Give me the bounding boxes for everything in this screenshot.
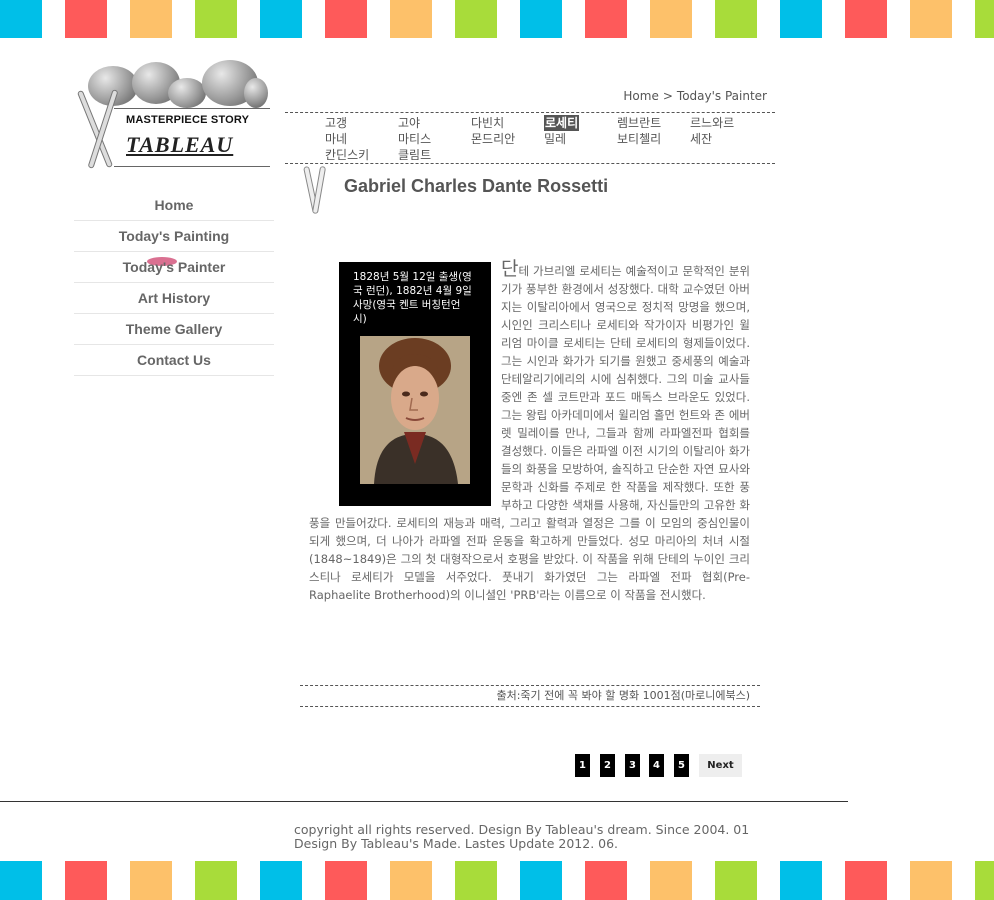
stripe-block — [325, 0, 367, 38]
breadcrumb-home-link[interactable]: Home — [623, 89, 658, 103]
painter-link[interactable]: 마티스 — [398, 131, 431, 147]
breadcrumb-separator: > — [662, 89, 673, 103]
portrait-image — [360, 336, 470, 484]
breadcrumb: Home > Today's Painter — [621, 89, 769, 103]
page-button-1[interactable]: 1 — [575, 754, 590, 777]
painter-link[interactable]: 클림트 — [398, 147, 431, 163]
stripe-block — [130, 0, 172, 38]
page-button-4[interactable]: 4 — [649, 754, 664, 777]
page-button-3[interactable]: 3 — [625, 754, 640, 777]
figure-caption: 1828년 5월 12일 출생(영국 런던), 1882년 4월 9일 사망(영… — [353, 271, 472, 325]
painter-link[interactable]: 르느와르 — [690, 115, 734, 131]
nav-label: Home — [154, 197, 194, 213]
stripe-block — [390, 861, 432, 900]
painter-link[interactable]: 렘브란트 — [617, 115, 661, 131]
breadcrumb-current: Today's Painter — [676, 89, 767, 103]
nav-label: Contact Us — [137, 352, 211, 368]
stripe-block — [650, 0, 692, 38]
drop-cap: 단 — [501, 258, 519, 280]
nav-item-art-history[interactable]: Art History — [74, 283, 274, 314]
painter-link[interactable]: 세잔 — [690, 131, 712, 147]
painter-link[interactable]: 보티첼리 — [617, 131, 661, 147]
left-navigation: Home Today's Painting Today's Painter Ar… — [74, 190, 274, 376]
logo-tableau-text: TABLEAU — [126, 132, 234, 157]
next-page-button[interactable]: Next — [699, 754, 742, 777]
painter-link[interactable]: 고갱 — [325, 115, 347, 131]
article-body: 1828년 5월 12일 출생(영국 런던), 1882년 4월 9일 사망(영… — [309, 260, 750, 604]
stripe-block — [845, 861, 887, 900]
logo-masterpiece-text: MASTERPIECE STORY — [126, 114, 250, 126]
painter-link[interactable]: 고야 — [398, 115, 420, 131]
page-button-2[interactable]: 2 — [600, 754, 615, 777]
stripe-block — [520, 861, 562, 900]
stripe-block — [975, 0, 994, 38]
stripe-block — [260, 0, 302, 38]
footer: copyright all rights reserved. Design By… — [294, 823, 749, 851]
nav-item-home[interactable]: Home — [74, 190, 274, 221]
stripe-block — [780, 0, 822, 38]
stripe-block — [65, 861, 107, 900]
stripe-block — [520, 0, 562, 38]
stripe-block — [845, 0, 887, 38]
footer-divider — [0, 801, 848, 802]
stripe-block — [0, 861, 42, 900]
painter-link[interactable]: 다빈치 — [471, 115, 504, 131]
nav-item-contact-us[interactable]: Contact Us — [74, 345, 274, 376]
stripe-block — [715, 861, 757, 900]
stripe-block — [910, 861, 952, 900]
footer-update: Design By Tableau's Made. Lastes Update … — [294, 836, 619, 851]
tableau-logo[interactable]: MASTERPIECE STORY TABLEAU — [74, 58, 274, 176]
nav-label: Art History — [137, 290, 211, 306]
stripe-block — [260, 861, 302, 900]
stripe-block — [585, 0, 627, 38]
stripe-block — [325, 861, 367, 900]
top-color-stripe — [0, 0, 994, 38]
stripe-block — [715, 0, 757, 38]
source-text: 출처:죽기 전에 꼭 봐야 할 명화 1001점(마로니에북스) — [496, 689, 750, 702]
painter-link-selected[interactable]: 로세티 — [544, 115, 580, 131]
page-title: Gabriel Charles Dante Rossetti — [344, 176, 609, 196]
stripe-block — [195, 0, 237, 38]
stripe-block — [130, 861, 172, 900]
nav-label: Theme Gallery — [125, 321, 223, 337]
nav-item-theme-gallery[interactable]: Theme Gallery — [74, 314, 274, 345]
stripe-block — [455, 861, 497, 900]
nav-label: Today's Painter — [122, 259, 226, 275]
stripe-block — [65, 0, 107, 38]
nav-item-todays-painter[interactable]: Today's Painter — [74, 252, 274, 283]
painter-link[interactable]: 몬드리안 — [471, 131, 515, 147]
stripe-block — [650, 861, 692, 900]
nav-item-todays-painting[interactable]: Today's Painting — [74, 221, 274, 252]
footer-copyright: copyright all rights reserved. Design By… — [294, 822, 750, 837]
painter-link[interactable]: 칸딘스키 — [325, 147, 369, 163]
brush-sticks-icon — [303, 165, 327, 215]
painter-link[interactable]: 마네 — [325, 131, 347, 147]
stripe-block — [195, 861, 237, 900]
stripe-block — [455, 0, 497, 38]
stripe-block — [0, 0, 42, 38]
stripe-block — [390, 0, 432, 38]
stripe-block — [910, 0, 952, 38]
stripe-block — [585, 861, 627, 900]
painter-figure: 1828년 5월 12일 출생(영국 런던), 1882년 4월 9일 사망(영… — [339, 262, 491, 506]
painter-link[interactable]: 밀레 — [544, 131, 566, 147]
nav-label: Today's Painting — [118, 228, 230, 244]
painter-menu: 고갱 고야 다빈치 로세티 렘브란트 르느와르 마네 마티스 몬드리안 밀레 보… — [285, 112, 775, 164]
stripe-block — [975, 861, 994, 900]
source-note: 출처:죽기 전에 꼭 봐야 할 명화 1001점(마로니에북스) — [300, 685, 760, 707]
bottom-color-stripe — [0, 861, 994, 900]
stripe-block — [780, 861, 822, 900]
page-button-5[interactable]: 5 — [674, 754, 689, 777]
